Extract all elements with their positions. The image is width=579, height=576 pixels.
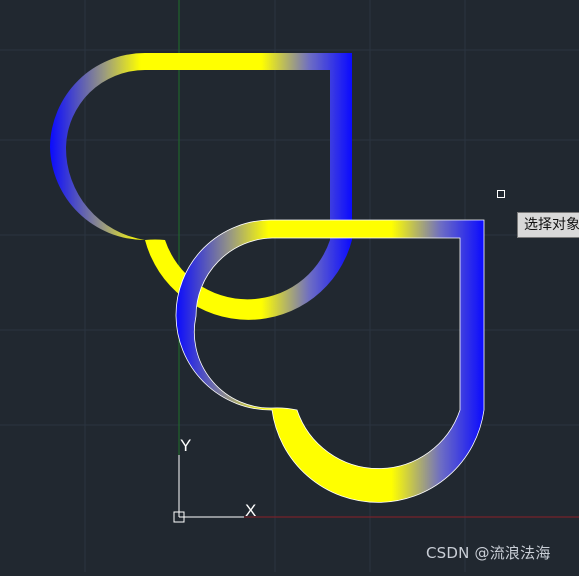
watermark: CSDN @流浪法海 <box>426 544 551 562</box>
ucs-x-label: X <box>245 501 256 520</box>
model-space-viewport[interactable]: Y X 选择对象 CSDN @流浪法海 <box>0 0 579 572</box>
ucs-y-label: Y <box>180 436 191 455</box>
cursor-tooltip: 选择对象 <box>517 212 579 238</box>
drawing-canvas[interactable]: Y X <box>0 0 579 572</box>
crosshair-pickbox <box>497 190 505 198</box>
ucs-icon <box>173 455 244 523</box>
